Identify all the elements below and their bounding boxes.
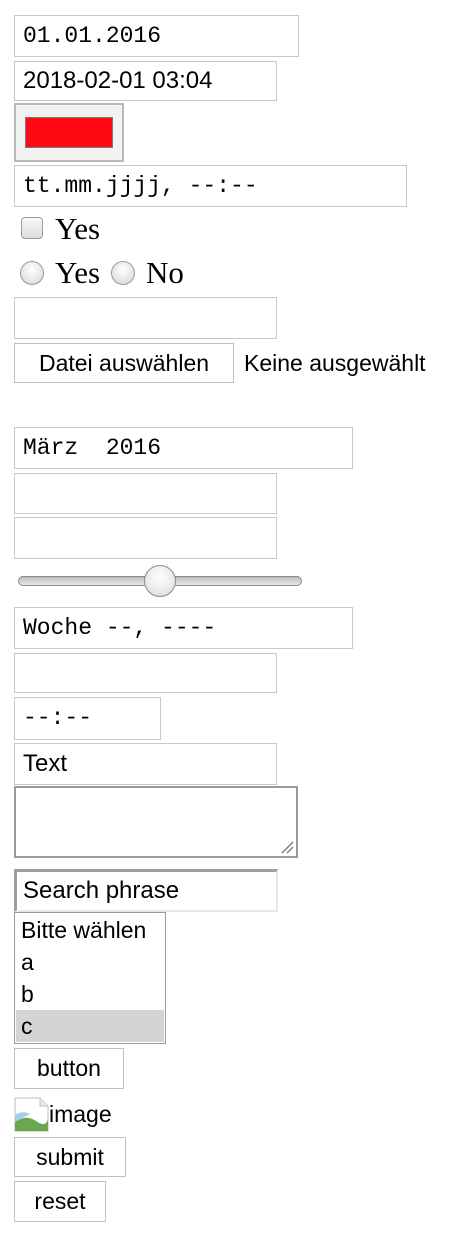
- image-alt-text: image: [49, 1101, 112, 1127]
- file-status: Keine ausgewählt: [244, 350, 426, 376]
- datetime-local-placeholder: tt.mm.jjjj, --:--: [23, 172, 258, 199]
- submit-button-label: submit: [36, 1143, 104, 1170]
- resize-handle-icon[interactable]: [280, 840, 294, 854]
- date-input-value: 01.01.2016: [23, 22, 162, 49]
- range-thumb[interactable]: [144, 565, 176, 597]
- search-input-value: Search phrase: [23, 877, 180, 904]
- email-input[interactable]: [14, 297, 277, 339]
- datetime-input-value: 2018-02-01 03:04: [23, 67, 213, 94]
- radio-yes-label: Yes: [55, 255, 101, 290]
- checkbox-label: Yes: [55, 211, 101, 246]
- datetime-input[interactable]: 2018-02-01 03:04: [14, 61, 277, 101]
- time-input-placeholder: --:--: [23, 705, 93, 731]
- datetime-local-input[interactable]: tt.mm.jjjj, --:--: [14, 165, 407, 207]
- select-option-placeholder[interactable]: Bitte wählen: [16, 914, 164, 946]
- time-input[interactable]: --:--: [14, 697, 161, 740]
- month-input-value: März 2016: [23, 434, 162, 461]
- generic-button[interactable]: button: [14, 1048, 124, 1089]
- text-input-value: Text: [23, 750, 68, 777]
- select-option-a[interactable]: a: [16, 946, 164, 978]
- week-input-placeholder: Woche --, ----: [23, 614, 217, 641]
- radio-no-label: No: [146, 255, 184, 290]
- submit-button[interactable]: submit: [14, 1137, 126, 1177]
- generic-button-label: button: [37, 1055, 101, 1081]
- broken-image-icon: [14, 1097, 49, 1132]
- choose-file-label: Datei auswählen: [38, 349, 210, 376]
- select-option-c[interactable]: c: [16, 1010, 164, 1042]
- select-listbox[interactable]: Bitte wählen a b c: [14, 912, 166, 1044]
- image-input[interactable]: [14, 1097, 49, 1132]
- select-option-b[interactable]: b: [16, 978, 164, 1010]
- search-input[interactable]: Search phrase: [14, 869, 278, 912]
- choose-file-button[interactable]: Datei auswählen: [14, 343, 234, 383]
- reset-button[interactable]: reset: [14, 1181, 106, 1222]
- date-input[interactable]: 01.01.2016: [14, 15, 299, 57]
- no-radio[interactable]: [111, 261, 135, 285]
- textarea[interactable]: [14, 786, 298, 858]
- week-input[interactable]: Woche --, ----: [14, 607, 353, 649]
- text-input[interactable]: Text: [14, 743, 277, 785]
- color-swatch: [25, 117, 113, 148]
- reset-button-label: reset: [34, 1188, 86, 1214]
- color-picker[interactable]: [14, 103, 124, 162]
- month-input[interactable]: März 2016: [14, 427, 353, 469]
- yes-radio[interactable]: [20, 261, 44, 285]
- yes-checkbox[interactable]: [21, 217, 43, 239]
- number-input[interactable]: [14, 473, 277, 514]
- password-input[interactable]: [14, 517, 277, 559]
- tel-input[interactable]: [14, 653, 277, 693]
